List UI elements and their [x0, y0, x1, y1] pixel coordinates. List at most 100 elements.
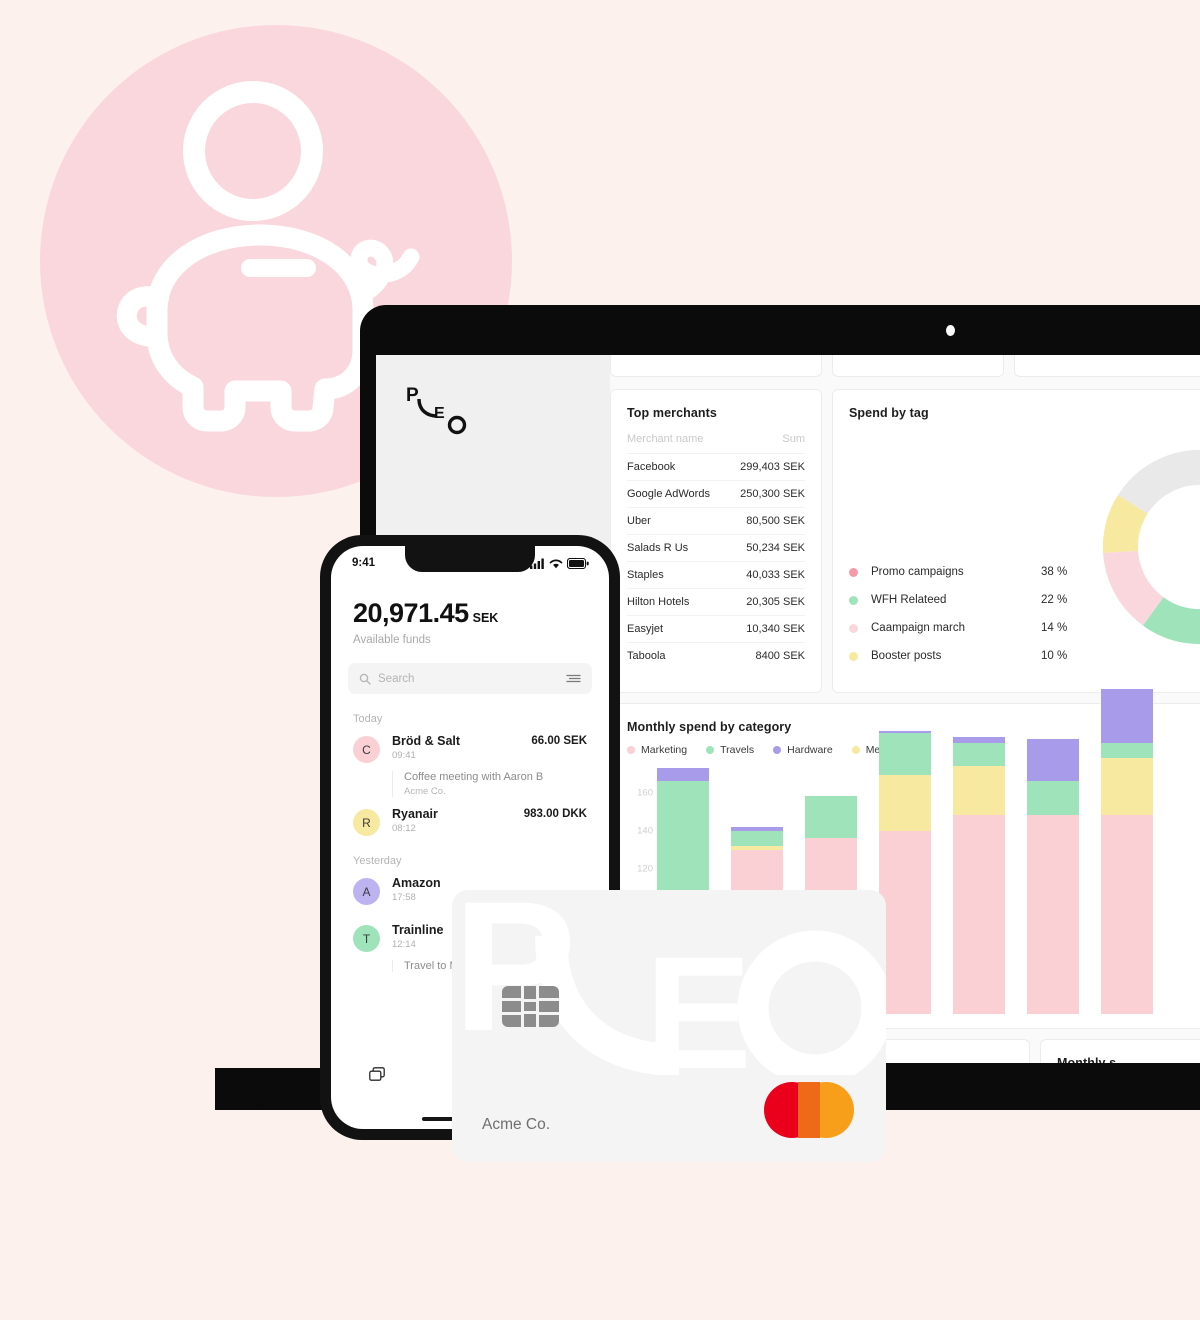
- legend-color-dot: [849, 623, 858, 633]
- table-row[interactable]: Taboola 8400 SEK: [627, 642, 805, 669]
- legend-label: Promo campaigns: [871, 566, 964, 578]
- merchant-name: Ryanair: [392, 807, 438, 821]
- merchant-name: Google AdWords: [627, 480, 727, 508]
- legend-label: Travels: [720, 744, 755, 756]
- chart-bar-segment: [1101, 689, 1153, 743]
- legend-item[interactable]: Marketing: [627, 744, 687, 756]
- merchant-sum: 50,234 SEK: [726, 534, 805, 562]
- legend-item[interactable]: Travels: [706, 744, 754, 756]
- avatar: R: [353, 809, 380, 836]
- table-row[interactable]: Hilton Hotels 20,305 SEK: [627, 588, 805, 616]
- balance-block: 20,971.45 SEK Available funds: [331, 580, 609, 646]
- balance-row: 20,971.45 SEK: [353, 598, 587, 629]
- legend-label: Hardware: [787, 744, 833, 756]
- table-row[interactable]: Google AdWords 250,300 SEK: [627, 480, 805, 508]
- chart-bar-segment: [1101, 758, 1153, 816]
- note-description: Coffee meeting with Aaron B: [404, 771, 544, 783]
- chart-bar-segment: [953, 815, 1005, 1014]
- emv-chip-icon: [502, 986, 559, 1027]
- y-axis-tick: 140: [637, 825, 653, 837]
- transaction-time: 08:12: [392, 823, 416, 834]
- stat-card[interactable]: [610, 355, 822, 377]
- chart-bar-segment: [879, 830, 931, 1014]
- chart-bar-segment: [1101, 815, 1153, 1014]
- y-axis-tick: 120: [637, 863, 653, 875]
- chart-bar-segment: [1027, 739, 1079, 782]
- legend-value: 10 %: [1041, 650, 1068, 662]
- merchant-sum: 299,403 SEK: [726, 453, 805, 481]
- merchant-sum: 250,300 SEK: [726, 480, 805, 508]
- table-row[interactable]: Salads R Us 50,234 SEK: [627, 534, 805, 562]
- svg-text:E: E: [434, 405, 445, 422]
- note-company: Acme Co.: [404, 786, 446, 797]
- legend-value: 14 %: [1041, 622, 1068, 634]
- merchant-name: Bröd & Salt: [392, 734, 461, 748]
- merchant-name: Taboola: [627, 642, 727, 669]
- pleo-logo-watermark: P E: [453, 890, 886, 1075]
- top-merchants-table: Merchant name Sum Facebook 299,403 SEK G…: [627, 433, 805, 669]
- merchant-name: Easyjet: [627, 615, 727, 643]
- legend-item[interactable]: Hardware: [773, 744, 833, 756]
- merchant-name: Staples: [627, 561, 727, 589]
- legend-color-dot: [849, 595, 858, 605]
- spend-by-tag-donut-chart: [1095, 442, 1200, 657]
- merchant-name: Salads R Us: [627, 534, 727, 562]
- battery-icon: [567, 557, 589, 569]
- chart-bar-segment: [1101, 742, 1153, 759]
- transaction-amount: 66.00 SEK: [531, 735, 587, 747]
- stat-card[interactable]: [1014, 355, 1200, 377]
- legend-label: Marketing: [641, 744, 688, 756]
- merchant-name: Amazon: [392, 876, 441, 890]
- pleo-credit-card: P E Acme Co.: [452, 890, 886, 1162]
- transaction-note: Coffee meeting with Aaron B Acme Co.: [392, 771, 587, 797]
- merchant-name: Facebook: [627, 453, 727, 481]
- legend-color-dot: [849, 651, 858, 661]
- search-bar[interactable]: Search: [348, 663, 592, 694]
- stat-card[interactable]: [832, 355, 1004, 377]
- chart-bar-segment: [1027, 815, 1079, 1014]
- balance-amount: 20,971.45: [353, 598, 469, 628]
- chart-bar-segment: [953, 742, 1005, 766]
- legend-label: Booster posts: [871, 650, 942, 662]
- wifi-icon: [549, 559, 563, 568]
- legend-label: Caampaign march: [871, 622, 965, 634]
- merchant-sum: 80,500 SEK: [726, 507, 805, 535]
- panel-title: Top merchants: [627, 406, 717, 420]
- chart-bar[interactable]: [953, 737, 1005, 1014]
- list-item[interactable]: R Ryanair 08:12 983.00 DKK: [353, 807, 587, 836]
- chart-bar-segment: [731, 830, 783, 847]
- monthly-summary-card[interactable]: Monthly s: [1040, 1039, 1200, 1063]
- chart-bar-segment: [879, 733, 931, 776]
- legend-color-dot: [627, 746, 635, 754]
- panel-title: Spend by tag: [849, 406, 929, 420]
- legend-value: 22 %: [1041, 594, 1068, 606]
- pleo-logo: P E: [406, 385, 467, 435]
- table-row[interactable]: Uber 80,500 SEK: [627, 507, 805, 535]
- legend-label: WFH Relateed: [871, 594, 947, 606]
- avatar: T: [353, 925, 380, 952]
- chart-bar[interactable]: [879, 731, 931, 1014]
- filter-icon[interactable]: [566, 673, 581, 684]
- day-label: Yesterday: [353, 855, 402, 867]
- chart-bar[interactable]: [1027, 739, 1079, 1014]
- legend-color-dot: [706, 746, 715, 754]
- transaction-time: 09:41: [392, 750, 416, 761]
- cards-icon[interactable]: [369, 1067, 386, 1087]
- column-header-sum: Sum: [782, 433, 805, 445]
- merchant-sum: 20,305 SEK: [726, 588, 805, 616]
- spend-by-tag-panel: Spend by tag Promo campaigns 38 % WFH Re…: [832, 389, 1200, 693]
- table-row[interactable]: Facebook 299,403 SEK: [627, 453, 805, 481]
- list-item[interactable]: C Bröd & Salt 09:41 66.00 SEK: [353, 734, 587, 763]
- top-merchants-panel: Top merchants Merchant name Sum Facebook…: [610, 389, 822, 693]
- chart-bar[interactable]: [1101, 689, 1153, 1014]
- legend-value: 38 %: [1041, 566, 1068, 578]
- chart-bar-segment: [805, 796, 857, 839]
- table-row[interactable]: Staples 40,033 SEK: [627, 561, 805, 589]
- merchant-name: Uber: [627, 507, 727, 535]
- avatar: A: [353, 878, 380, 905]
- status-time: 9:41: [352, 557, 376, 569]
- search-input[interactable]: Search: [378, 673, 566, 685]
- table-row[interactable]: Easyjet 10,340 SEK: [627, 615, 805, 643]
- merchant-sum: 10,340 SEK: [726, 615, 805, 643]
- card-company-name: Acme Co.: [482, 1116, 551, 1133]
